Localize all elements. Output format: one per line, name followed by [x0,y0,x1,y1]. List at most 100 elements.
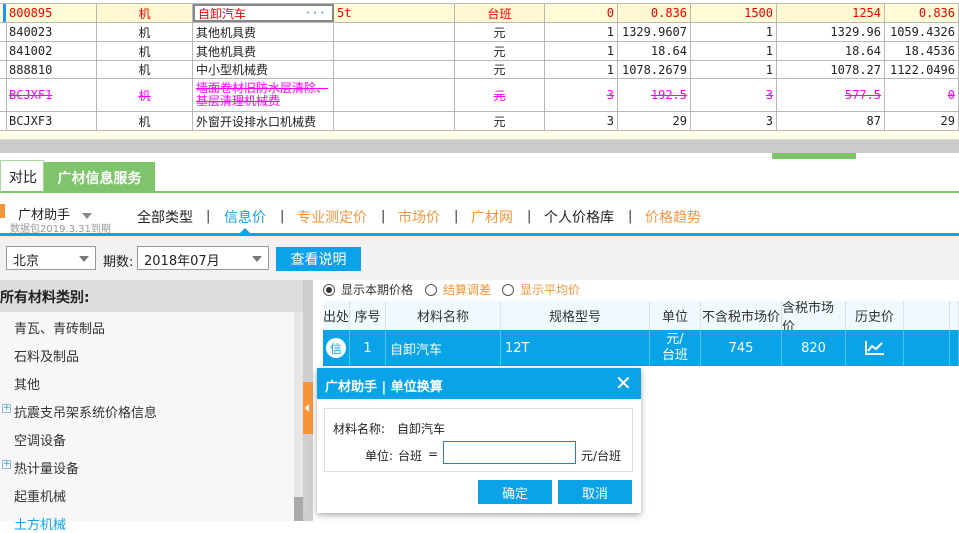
grid-cell-c3[interactable]: 1 [691,23,777,41]
column-header[interactable]: 不含税市场价 [701,301,782,330]
grid-cell-name[interactable]: 自卸汽车 ··· [193,4,334,22]
grid-cell-c5[interactable]: 1059.4326 [885,23,959,41]
tab-info-service[interactable]: 广材信息服务 [44,162,155,193]
grid-cell-c3[interactable]: 1 [691,42,777,60]
category-item[interactable]: 起重机械 [14,486,66,505]
grid-cell-c4[interactable]: 577.5 [777,79,885,111]
conversion-input[interactable] [443,441,576,464]
grid-cell-c1[interactable]: 1 [545,23,618,41]
grid-row[interactable]: 800895 机 自卸汽车 ··· 5t 台班 0 0.836 1500 1254 0.836 [0,4,959,23]
table-cell[interactable] [950,330,959,366]
radio-option[interactable]: 显示本期价格 [323,281,413,298]
category-item[interactable]: 土方机械 [14,514,66,533]
grid-cell-name[interactable]: 中小型机械费 [193,61,334,78]
radio-option[interactable]: 显示平均价 [502,281,580,298]
grid-cell-code[interactable]: 800895 [6,4,97,22]
nav-professional[interactable]: 专业测定价 [297,207,367,227]
period-select[interactable]: 2018年07月 [137,246,269,270]
grid-row[interactable]: BCJXF3 机 外窗开设排水口机械费 元 3 29 3 87 29 [0,112,959,131]
grid-cell-c4[interactable]: 18.64 [777,42,885,60]
expand-plus-icon[interactable]: + [2,460,11,469]
grid-cell-c2[interactable]: 0.836 [618,4,691,22]
grid-cell-c4[interactable]: 1078.27 [777,61,885,78]
grid-cell-code[interactable]: BCJXF1 [6,79,97,111]
grid-row[interactable]: 841002 机 其他机具费 元 1 18.64 1 18.64 18.4536 [0,42,959,61]
nav-info-price[interactable]: 信息价 [224,207,266,227]
category-item[interactable]: 石料及制品 [14,346,79,365]
grid-cell-type[interactable]: 机 [97,79,193,111]
grid-cell-spec[interactable] [334,61,455,78]
grid-cell-c1[interactable]: 3 [545,112,618,130]
grid-cell-c5[interactable]: 18.4536 [885,42,959,60]
grid-cell-c2[interactable]: 1078.2679 [618,61,691,78]
grid-cell-type[interactable]: 机 [97,42,193,60]
history-chart-icon[interactable] [864,340,886,356]
nav-gcw[interactable]: 广材网 [471,207,513,227]
grid-cell-code[interactable]: 888810 [6,61,97,78]
table-cell[interactable]: 745 [701,330,782,366]
table-cell[interactable] [904,330,950,366]
grid-cell-c3[interactable]: 3 [691,79,777,111]
category-item[interactable]: 青瓦、青砖制品 [14,318,105,337]
grid-cell-unit[interactable]: 元 [455,61,545,78]
grid-cell-c5[interactable]: 29 [885,112,959,130]
table-cell[interactable]: 信 [323,330,350,366]
grid-cell-code[interactable]: 840023 [6,23,97,41]
grid-cell-unit[interactable]: 元 [455,79,545,111]
grid-cell-c1[interactable]: 1 [545,42,618,60]
column-header[interactable]: 规格型号 [501,301,650,330]
grid-cell-unit[interactable]: 元 [455,42,545,60]
grid-cell-type[interactable]: 机 [97,4,193,22]
category-item[interactable]: 空调设备 [14,430,66,449]
grid-cell-code[interactable]: BCJXF3 [6,112,97,130]
grid-cell-c1[interactable]: 3 [545,79,618,111]
grid-cell-spec[interactable] [334,79,455,111]
table-cell[interactable] [846,330,904,366]
table-cell[interactable]: 12T [501,330,650,366]
scrollbar-thumb[interactable] [294,497,303,521]
grid-cell-c4[interactable]: 1254 [777,4,885,22]
grid-cell-name[interactable]: 其他机具费 [193,42,334,60]
column-header[interactable] [950,301,959,330]
grid-cell-type[interactable]: 机 [97,112,193,130]
splitter-bar[interactable] [0,140,959,153]
category-item[interactable]: + 抗震支吊架系统价格信息 [2,402,157,421]
close-icon[interactable]: ✕ [615,372,632,394]
view-explain-button[interactable]: 查看说明 [276,247,361,271]
grid-cell-unit[interactable]: 台班 [455,4,545,22]
grid-cell-spec[interactable] [334,112,455,130]
table-cell[interactable]: 820 [782,330,846,366]
nav-market[interactable]: 市场价 [398,207,440,227]
cancel-button[interactable]: 取消 [558,480,632,504]
grid-cell-c5[interactable]: 1122.0496 [885,61,959,78]
nav-personal[interactable]: 个人价格库 [544,207,614,227]
grid-cell-c2[interactable]: 18.64 [618,42,691,60]
grid-row[interactable]: 888810 机 中小型机械费 元 1 1078.2679 1 1078.27 1122.049… [0,61,959,79]
grid-cell-c4[interactable]: 1329.96 [777,23,885,41]
grid-cell-c1[interactable]: 1 [545,61,618,78]
column-header[interactable]: 历史价 [846,301,904,330]
grid-cell-spec[interactable] [334,42,455,60]
region-select[interactable]: 北京 [6,246,96,270]
ellipsis-button[interactable]: ··· [304,6,326,20]
category-item[interactable]: 其他 [14,374,40,393]
grid-cell-c3[interactable]: 3 [691,112,777,130]
column-header[interactable]: 含税市场价 [782,301,846,335]
grid-cell-c2[interactable]: 192.5 [618,79,691,111]
grid-cell-c3[interactable]: 1500 [691,4,777,22]
grid-cell-code[interactable]: 841002 [6,42,97,60]
category-item[interactable]: + 热计量设备 [2,458,79,477]
grid-cell-name[interactable]: 其他机具费 [193,23,334,41]
grid-cell-spec[interactable]: 5t [334,4,455,22]
grid-row[interactable]: 840023 机 其他机具费 元 1 1329.9607 1 1329.96 1059.4326 [0,23,959,42]
table-cell[interactable]: 元/台班 [650,330,701,366]
ok-button[interactable]: 确定 [478,480,552,504]
splitter-handle[interactable] [772,153,856,159]
grid-cell-unit[interactable]: 元 [455,23,545,41]
column-header[interactable]: 单位 [650,301,701,330]
grid-cell-c1[interactable]: 0 [545,4,618,22]
nav-all[interactable]: 全部类型 [137,207,193,227]
column-header[interactable]: 序号 [350,301,386,330]
radio-option[interactable]: 结算调差 [425,281,491,298]
tab-compare[interactable]: 对比 [0,160,44,193]
